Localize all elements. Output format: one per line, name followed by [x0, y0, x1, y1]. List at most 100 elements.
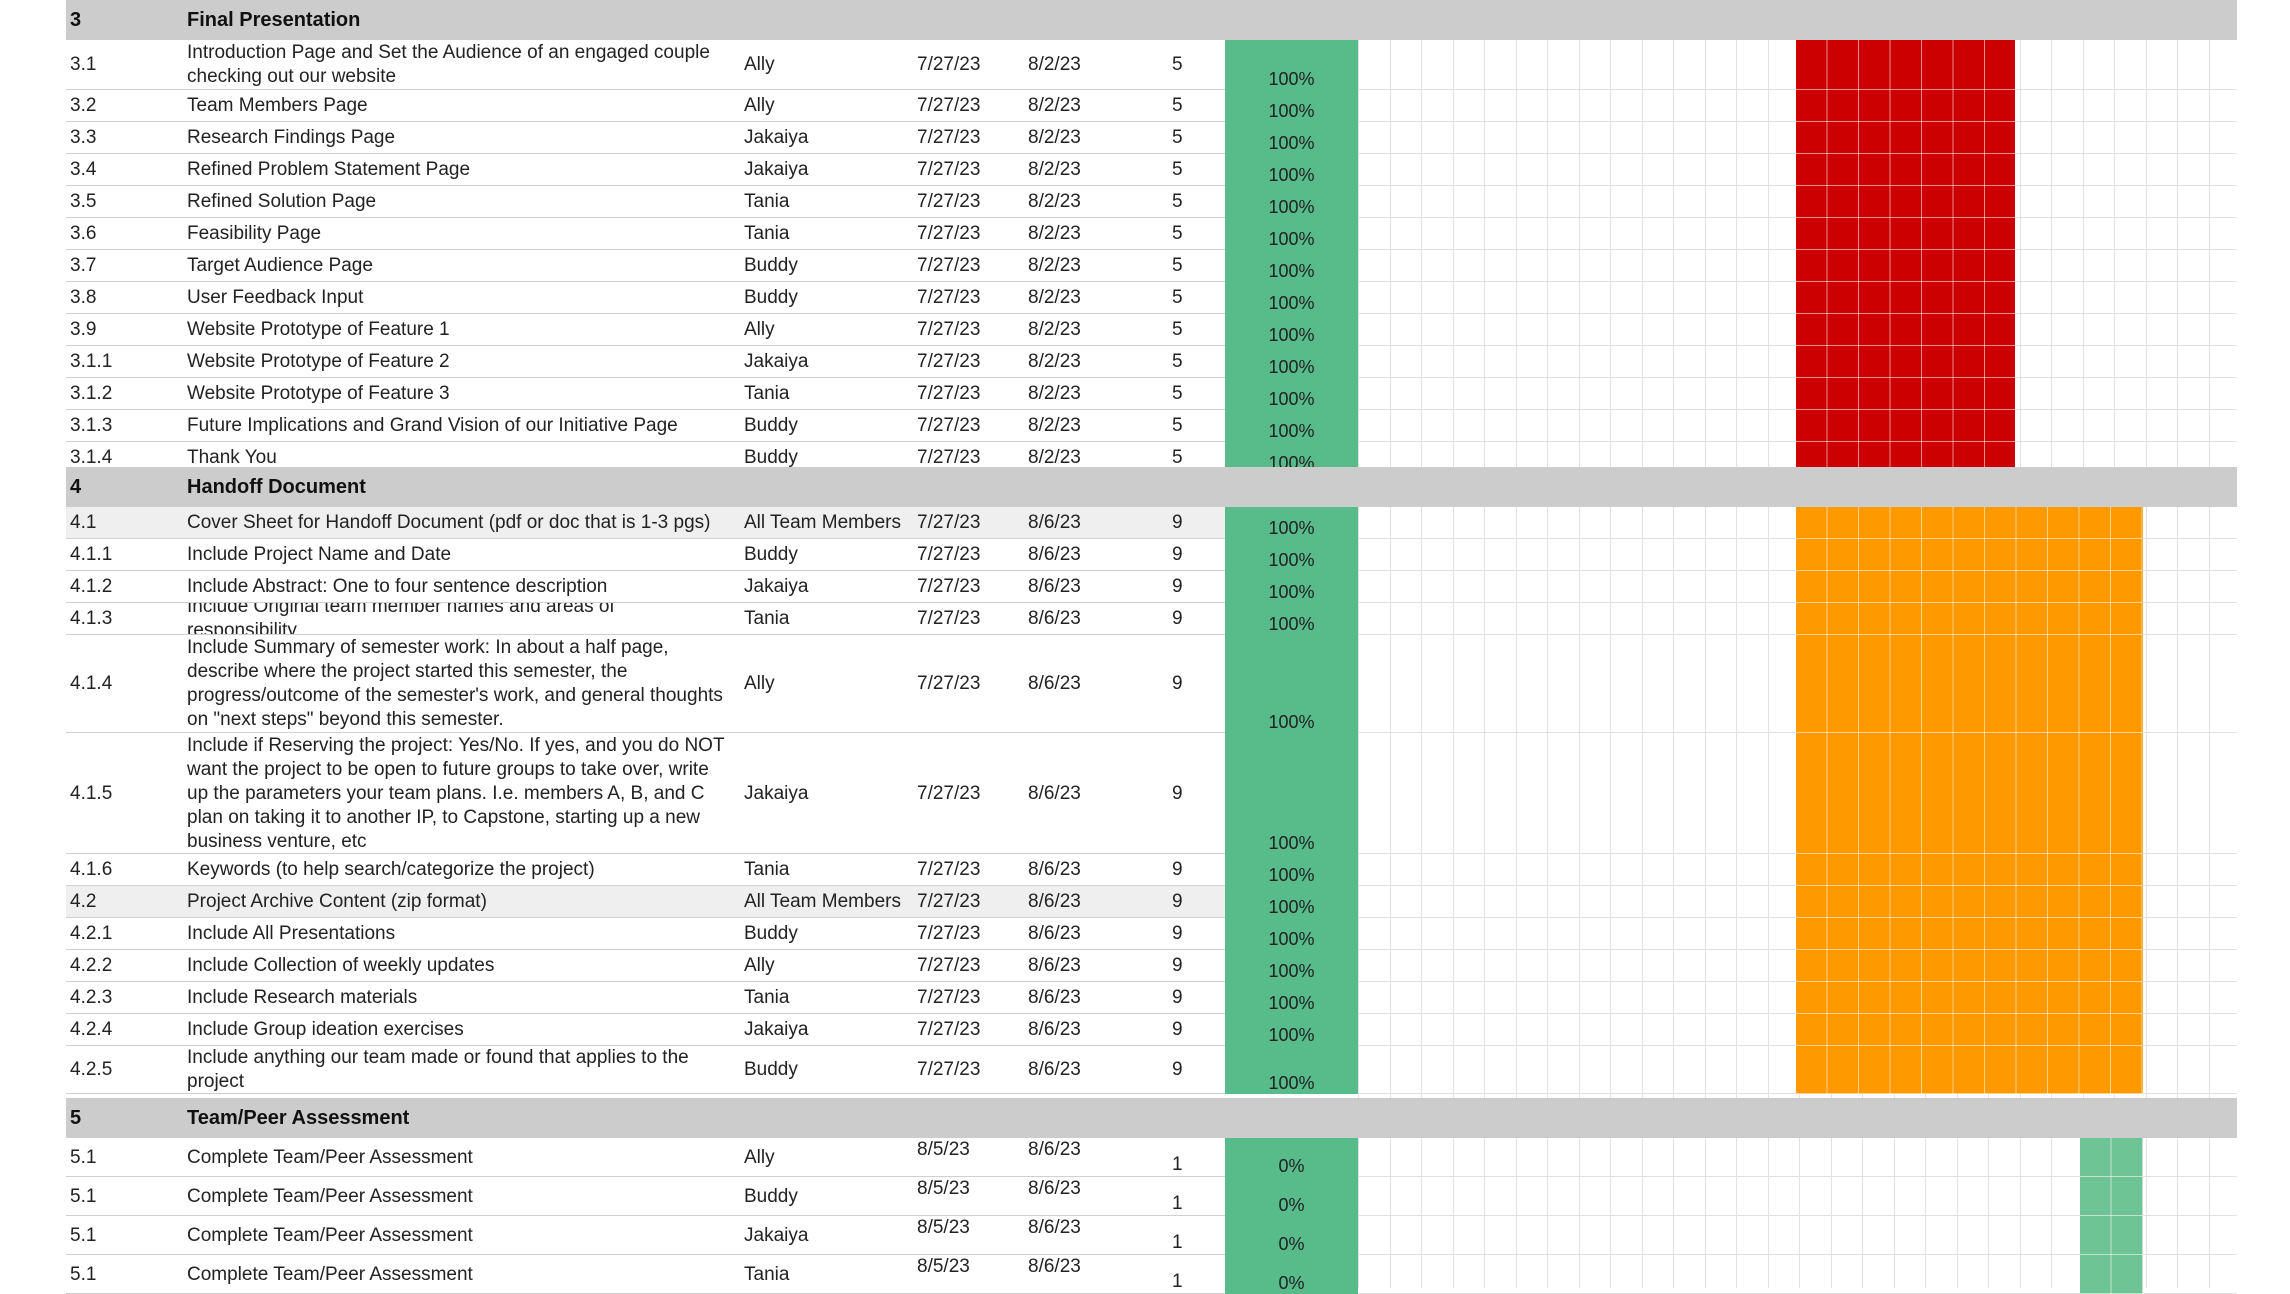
task-name[interactable]: Include Collection of weekly updates: [187, 950, 739, 982]
task-start[interactable]: 8/5/23: [917, 1255, 1022, 1294]
task-name[interactable]: Complete Team/Peer Assessment: [187, 1255, 739, 1294]
task-owner[interactable]: Jakaiya: [744, 571, 919, 603]
task-days[interactable]: 5: [1172, 250, 1212, 282]
task-name[interactable]: Include anything our team made or found …: [187, 1046, 739, 1094]
task-start[interactable]: 7/27/23: [917, 733, 1022, 854]
task-start[interactable]: 7/27/23: [917, 40, 1022, 90]
task-end[interactable]: 8/6/23: [1028, 886, 1148, 918]
task-start[interactable]: 7/27/23: [917, 186, 1022, 218]
task-days[interactable]: 9: [1172, 635, 1212, 733]
task-days[interactable]: 5: [1172, 154, 1212, 186]
task-end[interactable]: 8/2/23: [1028, 346, 1148, 378]
task-start[interactable]: 7/27/23: [917, 1014, 1022, 1046]
task-start[interactable]: 7/27/23: [917, 571, 1022, 603]
task-id[interactable]: 4.1: [70, 507, 180, 539]
task-days[interactable]: 9: [1172, 603, 1212, 635]
task-id[interactable]: 5.1: [70, 1216, 180, 1255]
task-owner[interactable]: Buddy: [744, 1046, 919, 1094]
task-days[interactable]: 9: [1172, 507, 1212, 539]
task-id[interactable]: 3.8: [70, 282, 180, 314]
task-start[interactable]: 7/27/23: [917, 218, 1022, 250]
task-owner[interactable]: Tania: [744, 186, 919, 218]
task-id[interactable]: 3.3: [70, 122, 180, 154]
task-owner[interactable]: All Team Members: [744, 507, 919, 539]
task-name[interactable]: Include Abstract: One to four sentence d…: [187, 571, 739, 603]
task-id[interactable]: 3.1.2: [70, 378, 180, 410]
task-days[interactable]: 5: [1172, 40, 1212, 90]
task-start[interactable]: 7/27/23: [917, 90, 1022, 122]
percent-complete-cell[interactable]: 100%: [1225, 571, 1358, 603]
percent-complete-cell[interactable]: 0%: [1225, 1255, 1358, 1294]
task-name[interactable]: Complete Team/Peer Assessment: [187, 1177, 739, 1216]
task-end[interactable]: 8/6/23: [1028, 918, 1148, 950]
task-days[interactable]: 5: [1172, 122, 1212, 154]
task-id[interactable]: 3.9: [70, 314, 180, 346]
task-days[interactable]: 5: [1172, 314, 1212, 346]
task-owner[interactable]: Buddy: [744, 282, 919, 314]
task-days[interactable]: 5: [1172, 410, 1212, 442]
task-end[interactable]: 8/2/23: [1028, 314, 1148, 346]
percent-complete-cell[interactable]: 100%: [1225, 507, 1358, 539]
task-owner[interactable]: Jakaiya: [744, 154, 919, 186]
task-end[interactable]: 8/6/23: [1028, 1177, 1148, 1216]
task-name[interactable]: Research Findings Page: [187, 122, 739, 154]
task-owner[interactable]: Tania: [744, 982, 919, 1014]
task-name[interactable]: Include Summary of semester work: In abo…: [187, 635, 739, 733]
task-days[interactable]: 1: [1172, 1216, 1212, 1255]
task-start[interactable]: 7/27/23: [917, 122, 1022, 154]
task-start[interactable]: 7/27/23: [917, 1046, 1022, 1094]
task-end[interactable]: 8/6/23: [1028, 571, 1148, 603]
percent-complete-cell[interactable]: 100%: [1225, 1014, 1358, 1046]
task-days[interactable]: 9: [1172, 571, 1212, 603]
percent-complete-cell[interactable]: 100%: [1225, 282, 1358, 314]
percent-complete-cell[interactable]: 100%: [1225, 154, 1358, 186]
task-id[interactable]: 3.1.3: [70, 410, 180, 442]
task-name[interactable]: Future Implications and Grand Vision of …: [187, 410, 739, 442]
task-owner[interactable]: Ally: [744, 950, 919, 982]
task-name[interactable]: Refined Problem Statement Page: [187, 154, 739, 186]
percent-complete-cell[interactable]: 100%: [1225, 314, 1358, 346]
task-id[interactable]: 3.4: [70, 154, 180, 186]
task-id[interactable]: 5.1: [70, 1138, 180, 1177]
task-end[interactable]: 8/6/23: [1028, 1216, 1148, 1255]
task-days[interactable]: 9: [1172, 950, 1212, 982]
percent-complete-cell[interactable]: 100%: [1225, 250, 1358, 282]
task-id[interactable]: 4.2.3: [70, 982, 180, 1014]
task-owner[interactable]: Buddy: [744, 918, 919, 950]
task-days[interactable]: 5: [1172, 378, 1212, 410]
task-name[interactable]: Include All Presentations: [187, 918, 739, 950]
task-id[interactable]: 3.1: [70, 40, 180, 90]
percent-complete-cell[interactable]: 100%: [1225, 854, 1358, 886]
task-owner[interactable]: Ally: [744, 314, 919, 346]
task-id[interactable]: 3.1.1: [70, 346, 180, 378]
task-owner[interactable]: Tania: [744, 1255, 919, 1294]
task-owner[interactable]: Buddy: [744, 250, 919, 282]
task-id[interactable]: 3.6: [70, 218, 180, 250]
task-end[interactable]: 8/2/23: [1028, 218, 1148, 250]
task-id[interactable]: 4.2.4: [70, 1014, 180, 1046]
task-start[interactable]: 7/27/23: [917, 886, 1022, 918]
task-id[interactable]: 5.1: [70, 1177, 180, 1216]
percent-complete-cell[interactable]: 100%: [1225, 918, 1358, 950]
task-end[interactable]: 8/2/23: [1028, 186, 1148, 218]
task-start[interactable]: 7/27/23: [917, 282, 1022, 314]
task-start[interactable]: 7/27/23: [917, 314, 1022, 346]
task-days[interactable]: 9: [1172, 854, 1212, 886]
task-days[interactable]: 9: [1172, 1014, 1212, 1046]
task-end[interactable]: 8/6/23: [1028, 982, 1148, 1014]
task-days[interactable]: 1: [1172, 1138, 1212, 1177]
task-start[interactable]: 7/27/23: [917, 154, 1022, 186]
task-owner[interactable]: All Team Members: [744, 886, 919, 918]
task-name[interactable]: Introduction Page and Set the Audience o…: [187, 40, 739, 90]
task-name[interactable]: Team Members Page: [187, 90, 739, 122]
task-owner[interactable]: Buddy: [744, 410, 919, 442]
task-start[interactable]: 7/27/23: [917, 854, 1022, 886]
task-name[interactable]: Complete Team/Peer Assessment: [187, 1138, 739, 1177]
task-days[interactable]: 5: [1172, 218, 1212, 250]
task-owner[interactable]: Jakaiya: [744, 1014, 919, 1046]
task-owner[interactable]: Tania: [744, 854, 919, 886]
percent-complete-cell[interactable]: 100%: [1225, 539, 1358, 571]
task-id[interactable]: 3.5: [70, 186, 180, 218]
task-name[interactable]: Include if Reserving the project: Yes/No…: [187, 733, 739, 854]
task-start[interactable]: 7/27/23: [917, 982, 1022, 1014]
